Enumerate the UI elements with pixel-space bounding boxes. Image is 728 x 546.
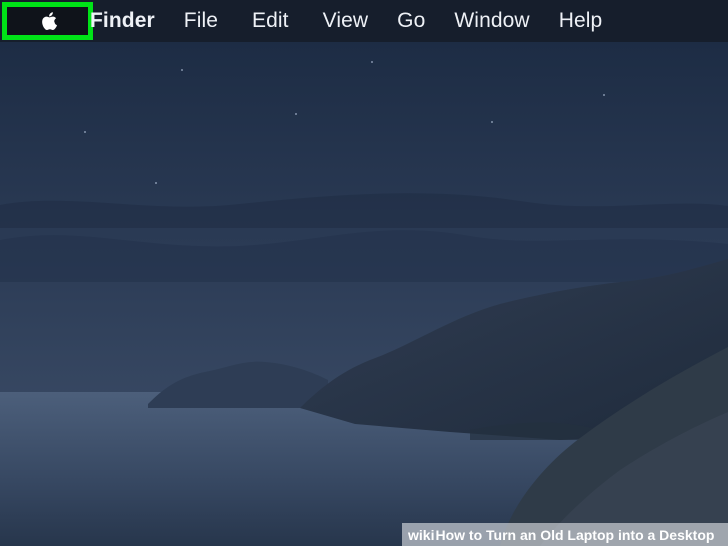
menu-window[interactable]: Window [454,0,529,42]
apple-menu-button[interactable] [2,2,93,40]
menu-help[interactable]: Help [559,0,603,42]
watermark-title: How to Turn an Old Laptop into a Desktop [435,526,715,543]
menu-view[interactable]: View [323,0,369,42]
menu-file[interactable]: File [184,0,218,42]
menu-bar: Finder File Edit View Go Window Help [0,0,728,42]
menu-edit[interactable]: Edit [252,0,289,42]
watermark-brand: wiki [408,526,435,543]
apple-icon [41,12,57,31]
desktop-screen: Finder File Edit View Go Window Help wik… [0,0,728,546]
menu-go[interactable]: Go [397,0,425,42]
wikihow-watermark: wiki How to Turn an Old Laptop into a De… [402,523,728,546]
desktop-wallpaper [0,0,728,546]
menu-items: Finder File Edit View Go Window Help [90,0,603,42]
menu-finder[interactable]: Finder [90,0,155,42]
